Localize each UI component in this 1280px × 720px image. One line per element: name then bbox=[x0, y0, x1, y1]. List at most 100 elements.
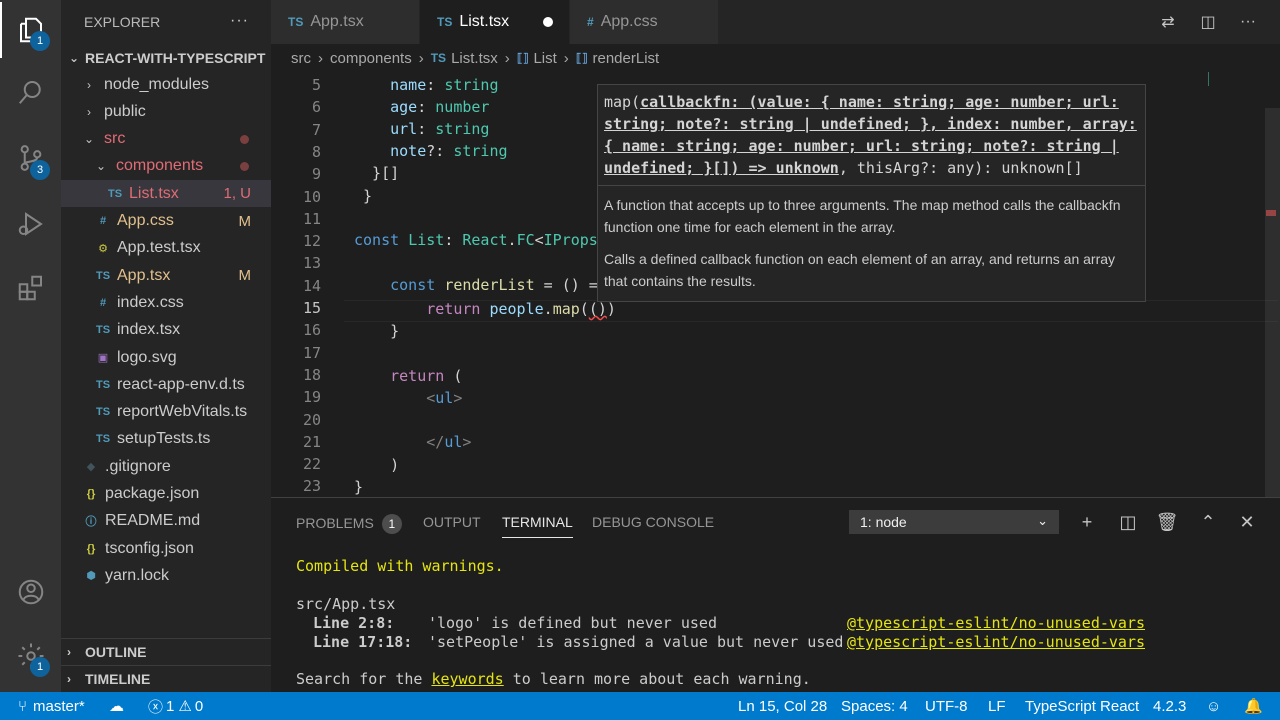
more-actions-icon[interactable]: ··· bbox=[230, 12, 249, 30]
cursor-position[interactable]: Ln 15, Col 28 bbox=[738, 692, 827, 720]
tab-app-tsx[interactable]: TS App.tsx bbox=[271, 0, 419, 44]
code-line: } bbox=[354, 478, 364, 496]
chevron-right-icon: › bbox=[563, 49, 569, 67]
file-package-json[interactable]: {} package.json bbox=[61, 481, 271, 508]
encoding[interactable]: UTF-8 bbox=[925, 692, 968, 720]
editor-scrollbar[interactable] bbox=[1265, 108, 1280, 497]
bell-icon[interactable]: 🔔 bbox=[1244, 692, 1263, 720]
project-root[interactable]: ⌄ REACT-WITH-TYPESCRIPT bbox=[61, 44, 271, 71]
chevron-right-icon: › bbox=[418, 49, 424, 67]
branch-status[interactable]: ⑂ master* bbox=[18, 692, 85, 720]
code-line: ) bbox=[354, 456, 400, 474]
explorer-icon[interactable] bbox=[0, 4, 61, 56]
problems-status[interactable]: ⓧ 1 ⚠ 0 bbox=[148, 692, 203, 720]
code-line: url: string bbox=[390, 120, 490, 138]
source-control-icon[interactable] bbox=[0, 132, 61, 184]
tab-terminal[interactable]: TERMINAL bbox=[502, 514, 573, 538]
eslint-rule-link[interactable]: @typescript-eslint/no-unused-vars bbox=[847, 614, 1145, 632]
tree-item-label: App.css bbox=[117, 212, 174, 229]
file-setuptests-ts[interactable]: TS setupTests.ts bbox=[61, 426, 271, 453]
file-app-tsx[interactable]: TS App.tsx M bbox=[61, 262, 271, 289]
editor-tab-bar: TS App.tsx TS List.tsx # App.css ⇄ ◫ ··· bbox=[271, 0, 1280, 44]
json-file-icon: {} bbox=[86, 488, 96, 500]
feedback-icon[interactable]: ☺ bbox=[1206, 692, 1221, 720]
breadcrumb-components[interactable]: components bbox=[330, 50, 412, 67]
settings-badge: 1 bbox=[30, 657, 50, 677]
terminal-select[interactable]: 1: node ⌄ bbox=[849, 510, 1059, 534]
line-number: 16 bbox=[302, 321, 321, 340]
folder-public[interactable]: › public bbox=[61, 98, 271, 125]
new-terminal-icon[interactable]: + bbox=[1075, 510, 1099, 534]
chevron-down-icon: ⌄ bbox=[95, 159, 107, 174]
typescript-file-icon: TS bbox=[437, 15, 453, 29]
file-index-tsx[interactable]: TS index.tsx bbox=[61, 317, 271, 344]
file-app-test-tsx[interactable]: ⚙ App.test.tsx bbox=[61, 235, 271, 262]
line-ending[interactable]: LF bbox=[988, 692, 1006, 720]
file--gitignore[interactable]: ◆ .gitignore bbox=[61, 453, 271, 480]
breadcrumb-symbol-list[interactable]: List bbox=[533, 50, 556, 67]
folder-node-modules[interactable]: › node_modules bbox=[61, 71, 271, 98]
hover-divider bbox=[598, 185, 1145, 186]
account-icon[interactable] bbox=[0, 566, 61, 618]
file-readme-md[interactable]: ⓘ README.md bbox=[61, 508, 271, 535]
code-line: name: string bbox=[390, 76, 499, 94]
extensions-icon[interactable] bbox=[0, 262, 61, 314]
timeline-section[interactable]: › TIMELINE bbox=[61, 665, 271, 692]
breadcrumb-file[interactable]: List.tsx bbox=[451, 50, 498, 67]
outline-section[interactable]: › OUTLINE bbox=[61, 638, 271, 665]
tree-item-label: logo.svg bbox=[117, 348, 177, 366]
tab-list-tsx[interactable]: TS List.tsx bbox=[420, 0, 569, 44]
tree-item-label: src bbox=[104, 130, 126, 148]
source-control-badge: 3 bbox=[30, 160, 50, 180]
folder-components[interactable]: ⌄ components bbox=[61, 153, 271, 180]
tree-item-label: index.css bbox=[117, 293, 184, 311]
symbol-variable-icon: ⟦⟧ bbox=[516, 51, 529, 65]
file-tsconfig-json[interactable]: {} tsconfig.json bbox=[61, 535, 271, 562]
tree-item-label: .gitignore bbox=[105, 457, 171, 475]
file-logo-svg[interactable]: ▣ logo.svg bbox=[61, 344, 271, 371]
sidebar-title: EXPLORER bbox=[84, 14, 161, 30]
ts-version[interactable]: 4.2.3 bbox=[1153, 692, 1186, 720]
breadcrumb-src[interactable]: src bbox=[291, 50, 311, 67]
open-changes-icon[interactable]: ⇄ bbox=[1156, 10, 1180, 34]
tree-item-label: yarn.lock bbox=[105, 566, 170, 584]
tab-problems[interactable]: PROBLEMS 1 bbox=[296, 514, 402, 538]
terminal-select-value: 1: node bbox=[860, 514, 907, 530]
tab-app-css[interactable]: # App.css bbox=[570, 0, 718, 44]
eslint-rule-link[interactable]: @typescript-eslint/no-unused-vars bbox=[847, 633, 1145, 651]
file-list-tsx[interactable]: TS List.tsx 1, U bbox=[61, 180, 271, 208]
tab-output[interactable]: OUTPUT bbox=[423, 514, 481, 538]
more-actions-icon[interactable]: ··· bbox=[1236, 10, 1260, 34]
file-react-app-env-d-ts[interactable]: TS react-app-env.d.ts bbox=[61, 371, 271, 398]
breadcrumb-symbol-renderlist[interactable]: renderList bbox=[593, 50, 660, 67]
file-reportwebvitals-ts[interactable]: TS reportWebVitals.ts bbox=[61, 399, 271, 426]
sidebar-header: EXPLORER ··· bbox=[61, 0, 271, 44]
keywords-link[interactable]: keywords bbox=[431, 670, 503, 688]
problems-count-badge: 1 bbox=[381, 514, 402, 534]
split-editor-icon[interactable]: ◫ bbox=[1196, 10, 1220, 34]
line-number: 13 bbox=[302, 254, 321, 273]
folder-src[interactable]: ⌄ src bbox=[61, 126, 271, 153]
trash-icon[interactable]: 🗑 bbox=[1155, 510, 1179, 534]
svg-file-icon: ▣ bbox=[97, 352, 109, 364]
unsaved-dot-icon[interactable] bbox=[543, 17, 553, 27]
tree-item-label: index.tsx bbox=[117, 321, 181, 339]
chevron-right-icon: › bbox=[67, 672, 71, 686]
typescript-file-icon: TS bbox=[430, 51, 447, 65]
tab-debug-console[interactable]: DEBUG CONSOLE bbox=[592, 514, 714, 538]
language-mode[interactable]: TypeScript React bbox=[1025, 692, 1139, 720]
close-icon[interactable]: ✕ bbox=[1235, 510, 1259, 534]
settings-gear-icon[interactable] bbox=[0, 630, 61, 682]
error-icon: ⓧ bbox=[148, 698, 164, 716]
chevron-up-icon[interactable]: ⌃ bbox=[1196, 510, 1220, 534]
file-app-css[interactable]: # App.css M bbox=[61, 208, 271, 235]
run-debug-icon[interactable] bbox=[0, 198, 61, 250]
file-index-css[interactable]: # index.css bbox=[61, 289, 271, 316]
line-number: 15 bbox=[302, 299, 321, 317]
line-number: 12 bbox=[302, 232, 321, 251]
split-terminal-icon[interactable]: ◫ bbox=[1116, 510, 1140, 534]
search-icon[interactable] bbox=[0, 66, 61, 118]
sync-icon[interactable]: ☁ bbox=[109, 692, 124, 720]
file-yarn-lock[interactable]: ⬢ yarn.lock bbox=[61, 562, 271, 589]
indentation[interactable]: Spaces: 4 bbox=[841, 692, 908, 720]
